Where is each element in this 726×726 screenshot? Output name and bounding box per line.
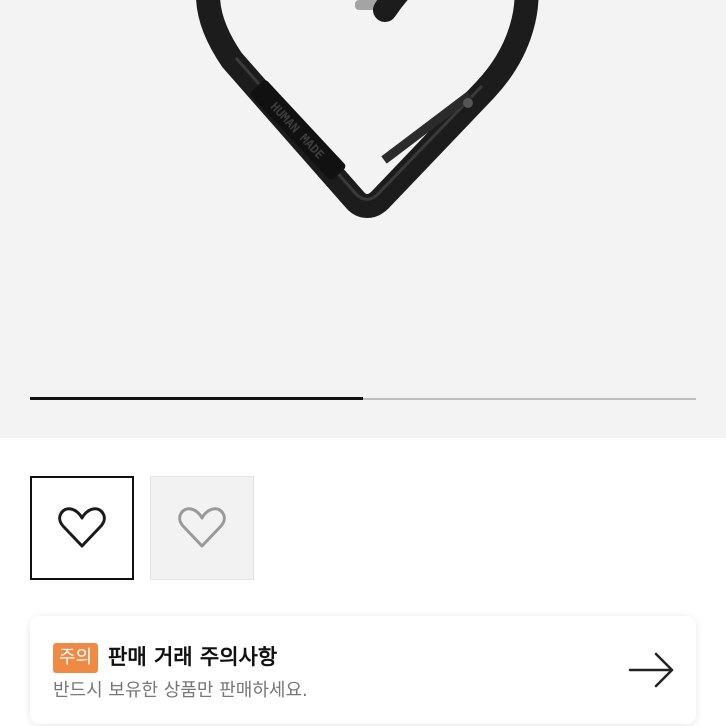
heart-icon	[58, 507, 106, 548]
sales-notice-card[interactable]: 주의 판매 거래 주의사항 반드시 보유한 상품만 판매하세요.	[30, 616, 696, 724]
caution-badge: 주의	[53, 643, 99, 673]
arrow-right-icon[interactable]	[628, 650, 676, 690]
thumbnail-black-heart[interactable]	[30, 476, 134, 580]
heart-carabiner-image: HUMAN MADE	[196, 0, 539, 218]
engraved-text: HUMAN MADE	[268, 99, 328, 161]
gallery-progress-bar	[30, 397, 696, 400]
heart-icon	[178, 507, 226, 548]
product-image-carousel[interactable]: HUMAN MADE	[0, 0, 726, 438]
notice-title: 판매 거래 주의사항	[108, 645, 278, 669]
thumbnail-silver-heart[interactable]	[150, 476, 254, 580]
gallery-progress-fill	[30, 397, 363, 400]
product-page: HUMAN MADE 주의 판매 거래 주의사항 반드시 보유한 상품만 판매하…	[0, 0, 726, 726]
notice-description: 반드시 보유한 상품만 판매하세요.	[53, 680, 308, 701]
